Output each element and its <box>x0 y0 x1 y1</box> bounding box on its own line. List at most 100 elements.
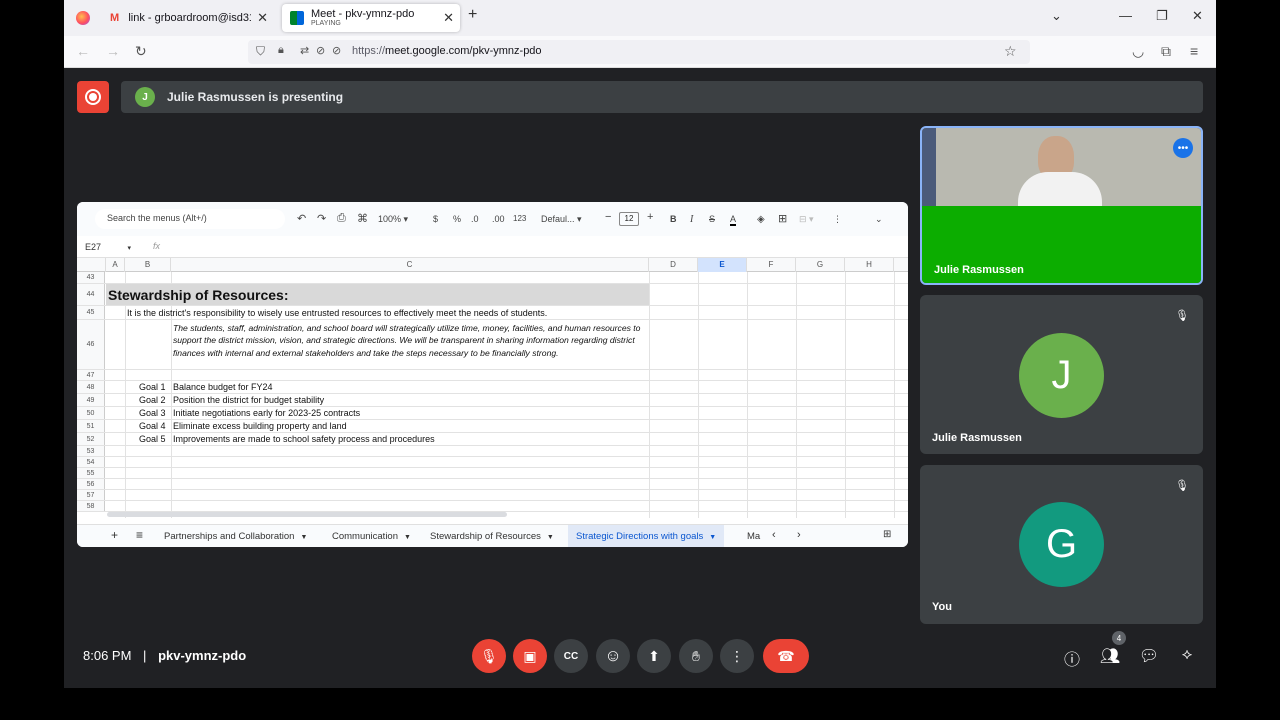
percent-format[interactable]: % <box>453 214 461 224</box>
italic-icon[interactable]: I <box>690 214 693 225</box>
redo-icon[interactable]: ↷ <box>317 212 326 225</box>
pocket-icon[interactable]: ◡ <box>1132 43 1144 60</box>
url-bar[interactable]: ⛉ 🔒︎ ⇄ ⊘ ⊘ https://meet.google.com/pkv-y… <box>248 40 1030 64</box>
spreadsheet-grid[interactable]: 43 44 45 46 47 48 49 50 51 52 53 54 55 5… <box>77 272 908 518</box>
info-icon[interactable]: ⓘ <box>1061 646 1083 670</box>
tab-firefox[interactable] <box>68 4 98 32</box>
strikethrough-icon[interactable]: S <box>709 214 715 224</box>
chat-icon[interactable]: 💬︎ <box>1138 646 1160 666</box>
collapse-toolbar-icon[interactable]: ⌄ <box>875 214 883 225</box>
increase-decimal[interactable]: .00 <box>492 214 505 224</box>
camera-off-button[interactable]: ▣ <box>513 639 547 673</box>
row-number[interactable]: 52 <box>77 433 105 445</box>
row-number[interactable]: 56 <box>77 479 105 489</box>
menu-icon[interactable]: ≡ <box>1190 43 1198 59</box>
column-header[interactable]: H <box>845 258 894 272</box>
row-number[interactable]: 50 <box>77 407 105 419</box>
captions-button[interactable]: CC <box>554 639 588 673</box>
chevron-down-icon[interactable]: ⌄ <box>1051 8 1062 24</box>
bold-icon[interactable]: B <box>670 214 677 224</box>
row-number[interactable]: 53 <box>77 446 105 456</box>
all-sheets-icon[interactable]: ≡ <box>136 528 143 542</box>
text-color-icon[interactable]: A <box>730 214 737 226</box>
name-box[interactable]: E27 ▾ <box>85 242 131 252</box>
column-header[interactable]: E <box>698 258 747 272</box>
add-sheet-icon[interactable]: + <box>111 528 118 542</box>
participant-tile-self[interactable]: 🎙︎ G You <box>920 465 1203 624</box>
participant-tile-video[interactable]: ••• Julie Rasmussen <box>920 126 1203 285</box>
more-options-icon[interactable]: ••• <box>1173 138 1193 158</box>
increase-font-icon[interactable]: + <box>647 211 653 223</box>
row-number[interactable]: 46 <box>77 320 105 369</box>
present-button[interactable]: ⬆ <box>637 639 671 673</box>
minimize-icon[interactable]: — <box>1119 8 1132 23</box>
people-icon[interactable]: 👥︎ <box>1099 646 1121 666</box>
font-select[interactable]: Defaul... ▾ <box>541 214 582 225</box>
merge-cells-icon[interactable]: ⊟ ▾ <box>799 214 814 225</box>
paint-format-icon[interactable]: ⌘ <box>357 212 368 225</box>
explore-icon[interactable]: ⊞ <box>883 529 891 540</box>
more-options-icon[interactable]: ⋮ <box>833 214 842 225</box>
tab-gmail[interactable]: M link - grboardroom@isd318.org ✕ <box>102 4 274 32</box>
shield-icon[interactable]: ⛉ <box>256 44 265 59</box>
column-header[interactable]: D <box>649 258 698 272</box>
row-number[interactable]: 54 <box>77 457 105 467</box>
url-text[interactable]: https://meet.google.com/pkv-ymnz-pdo <box>352 45 542 57</box>
row-number[interactable]: 44 <box>77 284 105 305</box>
back-icon[interactable]: ← <box>76 43 90 59</box>
leave-call-button[interactable]: ☎︎ <box>763 639 809 673</box>
close-icon[interactable]: ✕ <box>437 10 460 26</box>
decrease-decimal[interactable]: .0 <box>471 214 479 224</box>
borders-icon[interactable]: ⊞ <box>778 212 787 225</box>
row-number[interactable]: 57 <box>77 490 105 500</box>
new-tab-icon[interactable]: + <box>468 6 477 24</box>
lock-icon[interactable]: 🔒︎ <box>278 44 284 57</box>
zoom-select[interactable]: 100% ▾ <box>378 214 408 225</box>
fill-color-icon[interactable]: ◈ <box>757 214 765 225</box>
column-header[interactable]: C <box>171 258 649 272</box>
permissions-icon[interactable]: ⇄ <box>300 44 309 57</box>
decrease-font-icon[interactable]: − <box>605 211 611 223</box>
more-options-button[interactable]: ⋮ <box>720 639 754 673</box>
sheet-tab[interactable]: Partnerships and Collaboration ▼ <box>164 531 307 542</box>
row-number[interactable]: 51 <box>77 420 105 432</box>
font-size-input[interactable]: 12 <box>619 212 639 226</box>
tab-meet[interactable]: Meet - pkv-ymnz-pdo PLAYING ✕ <box>282 4 460 32</box>
participant-tile[interactable]: 🎙︎ J Julie Rasmussen <box>920 295 1203 454</box>
forward-icon[interactable]: → <box>106 43 120 59</box>
reload-icon[interactable]: ↻ <box>135 43 147 60</box>
sheet-tab[interactable]: Ma <box>747 531 760 542</box>
scroll-right-icon[interactable]: › <box>797 529 801 541</box>
reactions-button[interactable]: ☺ <box>596 639 630 673</box>
row-number[interactable]: 49 <box>77 394 105 406</box>
undo-icon[interactable]: ↶ <box>297 212 306 225</box>
mic-off-button[interactable]: 🎙︎ <box>472 639 506 673</box>
sheet-tab[interactable]: Communication ▼ <box>332 531 411 542</box>
print-icon[interactable]: ⎙ <box>337 212 346 225</box>
corner-cell[interactable] <box>77 258 106 272</box>
number-format[interactable]: 123 <box>513 214 526 223</box>
column-header[interactable]: B <box>125 258 171 272</box>
camera-blocked-icon[interactable]: ⊘ <box>316 44 325 57</box>
row-number[interactable]: 47 <box>77 370 105 380</box>
window-close-icon[interactable]: ✕ <box>1192 8 1203 24</box>
row-number[interactable]: 43 <box>77 272 105 283</box>
scroll-left-icon[interactable]: ‹ <box>772 529 776 541</box>
sheet-tab-active[interactable]: Strategic Directions with goals ▼ <box>568 525 725 547</box>
menu-search-input[interactable]: Search the menus (Alt+/) <box>95 209 285 229</box>
close-icon[interactable]: ✕ <box>251 10 274 26</box>
column-header[interactable]: F <box>747 258 796 272</box>
row-number[interactable]: 58 <box>77 501 105 511</box>
h-scrollbar-thumb[interactable] <box>107 512 507 517</box>
restore-icon[interactable]: ❐ <box>1156 8 1168 24</box>
sheet-tab[interactable]: Stewardship of Resources ▼ <box>430 531 554 542</box>
bookmark-star-icon[interactable]: ☆ <box>1004 43 1017 60</box>
column-header[interactable]: G <box>796 258 845 272</box>
currency-format[interactable]: $ <box>433 214 438 224</box>
recording-indicator[interactable] <box>77 81 109 113</box>
row-number[interactable]: 48 <box>77 381 105 393</box>
row-number[interactable]: 55 <box>77 468 105 478</box>
row-number[interactable]: 45 <box>77 306 105 319</box>
raise-hand-button[interactable]: ✋︎ <box>679 639 713 673</box>
column-header[interactable]: A <box>106 258 125 272</box>
